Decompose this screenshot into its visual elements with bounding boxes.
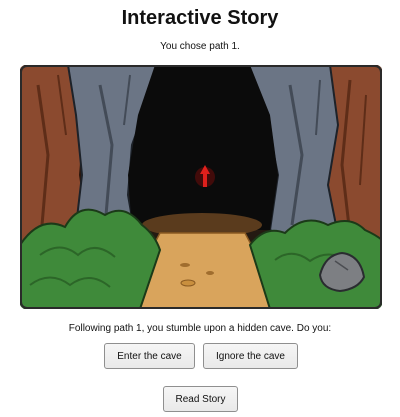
path-status: You chose path 1. bbox=[160, 41, 240, 52]
page-title: Interactive Story bbox=[121, 7, 279, 29]
ignore-cave-button[interactable]: Ignore the cave bbox=[203, 343, 298, 369]
left-bushes bbox=[20, 208, 162, 309]
cave-mouth bbox=[128, 65, 278, 230]
cave-scene-image bbox=[20, 65, 382, 309]
read-story-button[interactable]: Read Story bbox=[163, 386, 238, 412]
right-bushes bbox=[248, 219, 382, 309]
enter-cave-button[interactable]: Enter the cave bbox=[104, 343, 195, 369]
story-prompt: Following path 1, you stumble upon a hid… bbox=[68, 323, 332, 334]
story-page: Interactive Story You chose path 1. Foll… bbox=[0, 0, 400, 417]
